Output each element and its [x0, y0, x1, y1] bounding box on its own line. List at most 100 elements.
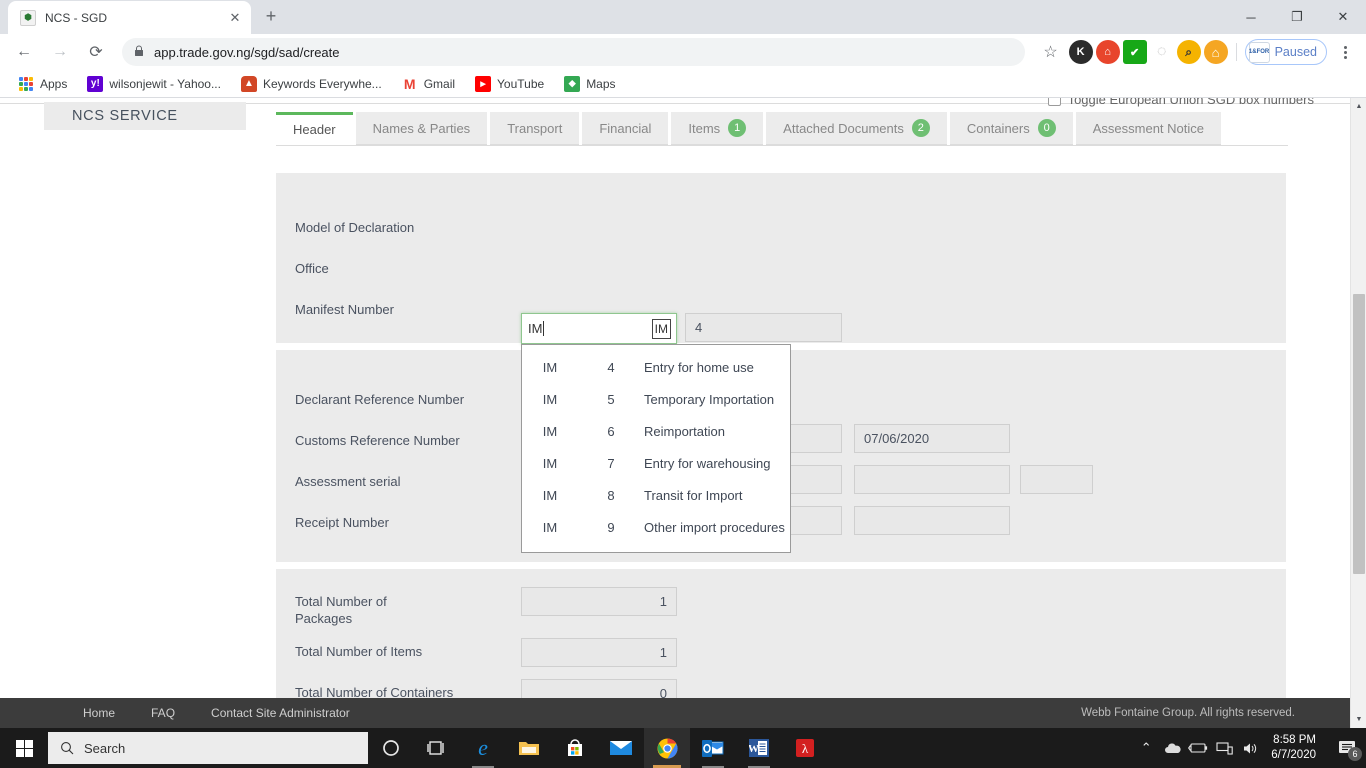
receipt-number-input-3[interactable]: [854, 506, 1010, 535]
eu-sgd-checkbox[interactable]: [1047, 98, 1061, 106]
yahoo-bookmark-label: wilsonjewit - Yahoo...: [109, 76, 221, 91]
tab-financial[interactable]: Financial: [582, 112, 669, 145]
tab-attached-documents[interactable]: Attached Documents 2: [766, 112, 947, 145]
tab-items-label: Items: [688, 120, 721, 136]
tab-assessment-notice[interactable]: Assessment Notice: [1075, 112, 1221, 145]
window-close-button[interactable]: ✕: [1320, 0, 1366, 34]
model-of-declaration-code-input[interactable]: 4: [685, 313, 842, 342]
microsoft-store-taskbar-icon[interactable]: [552, 728, 598, 768]
volume-tray-icon[interactable]: [1237, 728, 1263, 768]
chrome-taskbar-icon[interactable]: [644, 728, 690, 768]
onedrive-tray-icon[interactable]: [1159, 728, 1185, 768]
tab-items[interactable]: Items 1: [671, 112, 764, 145]
eu-sgd-toggle[interactable]: Toggle European Union SGD box numbers: [1047, 98, 1314, 107]
total-packages-input[interactable]: 1: [521, 587, 677, 616]
page-scrollbar[interactable]: ▲ ▼: [1350, 98, 1366, 728]
kaspersky-extension-icon[interactable]: K: [1068, 40, 1093, 64]
back-icon[interactable]: ←: [9, 37, 39, 67]
action-center-button[interactable]: 6: [1330, 728, 1366, 768]
task-view-icon[interactable]: [414, 728, 460, 768]
model-of-declaration-input[interactable]: IM IM: [521, 313, 677, 344]
taskbar-clock[interactable]: 8:58 PM 6/7/2020: [1263, 733, 1330, 763]
browser-tab[interactable]: ⬢ NCS - SGD ✕: [8, 1, 251, 34]
bookmarks-bar: Apps y! wilsonjewit - Yahoo... ▲ Keyword…: [0, 70, 1366, 98]
minimize-button[interactable]: ─: [1228, 0, 1274, 34]
customs-reference-date-input[interactable]: 07/06/2020: [854, 424, 1010, 453]
maps-bookmark[interactable]: ◆ Maps: [556, 73, 623, 95]
dropdown-option-im9[interactable]: IM 9 Other import procedures: [522, 511, 790, 543]
dropdown-option-code: IM: [542, 423, 558, 439]
address-bar[interactable]: app.trade.gov.ng/sgd/sad/create: [122, 38, 1025, 66]
windows-logo-icon: [15, 739, 33, 757]
assessment-serial-input-3[interactable]: [854, 465, 1010, 494]
dropdown-option-description: Temporary Importation: [644, 391, 775, 407]
sync-paused-label: Paused: [1274, 45, 1317, 59]
mail-taskbar-icon[interactable]: [598, 728, 644, 768]
apps-bookmark[interactable]: Apps: [10, 73, 75, 95]
dropdown-option-im7[interactable]: IM 7 Entry for warehousing: [522, 447, 790, 479]
nigeria-coat-of-arms-icon: ⬢: [20, 9, 36, 26]
dropdown-option-im8[interactable]: IM 8 Transit for Import: [522, 479, 790, 511]
lastpass-extension-icon[interactable]: ⌂: [1095, 40, 1120, 64]
scroll-down-arrow-icon[interactable]: ▼: [1351, 711, 1366, 728]
tab-transport[interactable]: Transport: [490, 112, 580, 145]
tray-chevron-up-icon[interactable]: ⌃: [1133, 728, 1159, 768]
chrome-menu-icon[interactable]: [1332, 39, 1358, 65]
dropdown-option-im4[interactable]: IM 4 Entry for home use: [522, 351, 790, 383]
tab-header[interactable]: Header: [276, 112, 353, 145]
footer-link-contact-site-administrator[interactable]: Contact Site Administrator: [211, 706, 350, 720]
reload-icon[interactable]: ⟳: [81, 37, 111, 67]
word-taskbar-icon[interactable]: W: [736, 728, 782, 768]
svg-text:W: W: [749, 743, 759, 755]
new-tab-button[interactable]: +: [257, 3, 285, 31]
apps-grid-icon: [18, 76, 34, 92]
dropdown-option-number: 9: [607, 519, 615, 535]
home-extension-icon[interactable]: ⌂: [1203, 40, 1228, 64]
yahoo-bookmark[interactable]: y! wilsonjewit - Yahoo...: [79, 73, 229, 95]
assessment-serial-input-4[interactable]: [1020, 465, 1093, 494]
footer-link-faq[interactable]: FAQ: [151, 706, 175, 720]
scroll-up-arrow-icon[interactable]: ▲: [1351, 98, 1366, 115]
profile-avatar-icon: 1&FOR: [1248, 41, 1270, 63]
tab-containers[interactable]: Containers 0: [949, 112, 1073, 145]
forward-icon[interactable]: →: [45, 37, 75, 67]
model-of-declaration-dropdown[interactable]: IM 4 Entry for home use IM 5 Temporary I…: [521, 344, 791, 553]
gmail-bookmark[interactable]: M Gmail: [394, 73, 463, 95]
footer-link-home[interactable]: Home: [83, 706, 115, 720]
dropdown-option-number: 6: [607, 423, 615, 439]
cortana-circle-icon[interactable]: [368, 728, 414, 768]
checkmark-extension-icon[interactable]: ✔: [1122, 40, 1147, 64]
maps-icon: ◆: [564, 75, 581, 92]
close-icon[interactable]: ✕: [227, 10, 243, 26]
edge-taskbar-icon[interactable]: e: [460, 728, 506, 768]
profile-paused-pill[interactable]: 1&FOR Paused: [1244, 39, 1327, 65]
adobe-reader-taskbar-icon[interactable]: λ: [782, 728, 828, 768]
declaration-section-panel: Model of Declaration 4 Office Manifest N…: [276, 173, 1286, 343]
tab-names-parties[interactable]: Names & Parties: [355, 112, 488, 145]
outlook-taskbar-icon[interactable]: [690, 728, 736, 768]
maximize-button[interactable]: ❐: [1274, 0, 1320, 34]
bookmark-star-icon[interactable]: ☆: [1036, 37, 1066, 67]
taskbar-search-placeholder: Search: [84, 740, 126, 756]
youtube-bookmark[interactable]: ▶ YouTube: [467, 73, 552, 95]
footer-links: Home FAQ Contact Site Administrator: [83, 706, 350, 720]
total-packages-label: Total Number of Packages: [295, 594, 387, 626]
dropdown-option-im5[interactable]: IM 5 Temporary Importation: [522, 383, 790, 415]
total-items-input[interactable]: 1: [521, 638, 677, 667]
search-magnifier-extension-icon[interactable]: ⌕: [1176, 40, 1201, 64]
start-button[interactable]: [0, 728, 48, 768]
tab-containers-label: Containers: [966, 120, 1030, 136]
network-tray-icon[interactable]: [1211, 728, 1237, 768]
file-explorer-taskbar-icon[interactable]: [506, 728, 552, 768]
total-items-label: Total Number of Items: [295, 644, 423, 659]
dropdown-option-im6[interactable]: IM 6 Reimportation: [522, 415, 790, 447]
taskbar-date: 6/7/2020: [1271, 749, 1316, 761]
grey-circle-extension-icon[interactable]: ◌: [1149, 40, 1174, 64]
keywords-everywhere-bookmark[interactable]: ▲ Keywords Everywhe...: [233, 73, 390, 95]
manifest-number-label: Manifest Number: [295, 302, 394, 317]
battery-tray-icon[interactable]: [1185, 728, 1211, 768]
tab-assessment-notice-label: Assessment Notice: [1092, 120, 1204, 136]
field-office: Office: [295, 260, 329, 277]
taskbar-search-box[interactable]: Search: [48, 732, 368, 764]
scrollbar-thumb[interactable]: [1353, 294, 1365, 574]
